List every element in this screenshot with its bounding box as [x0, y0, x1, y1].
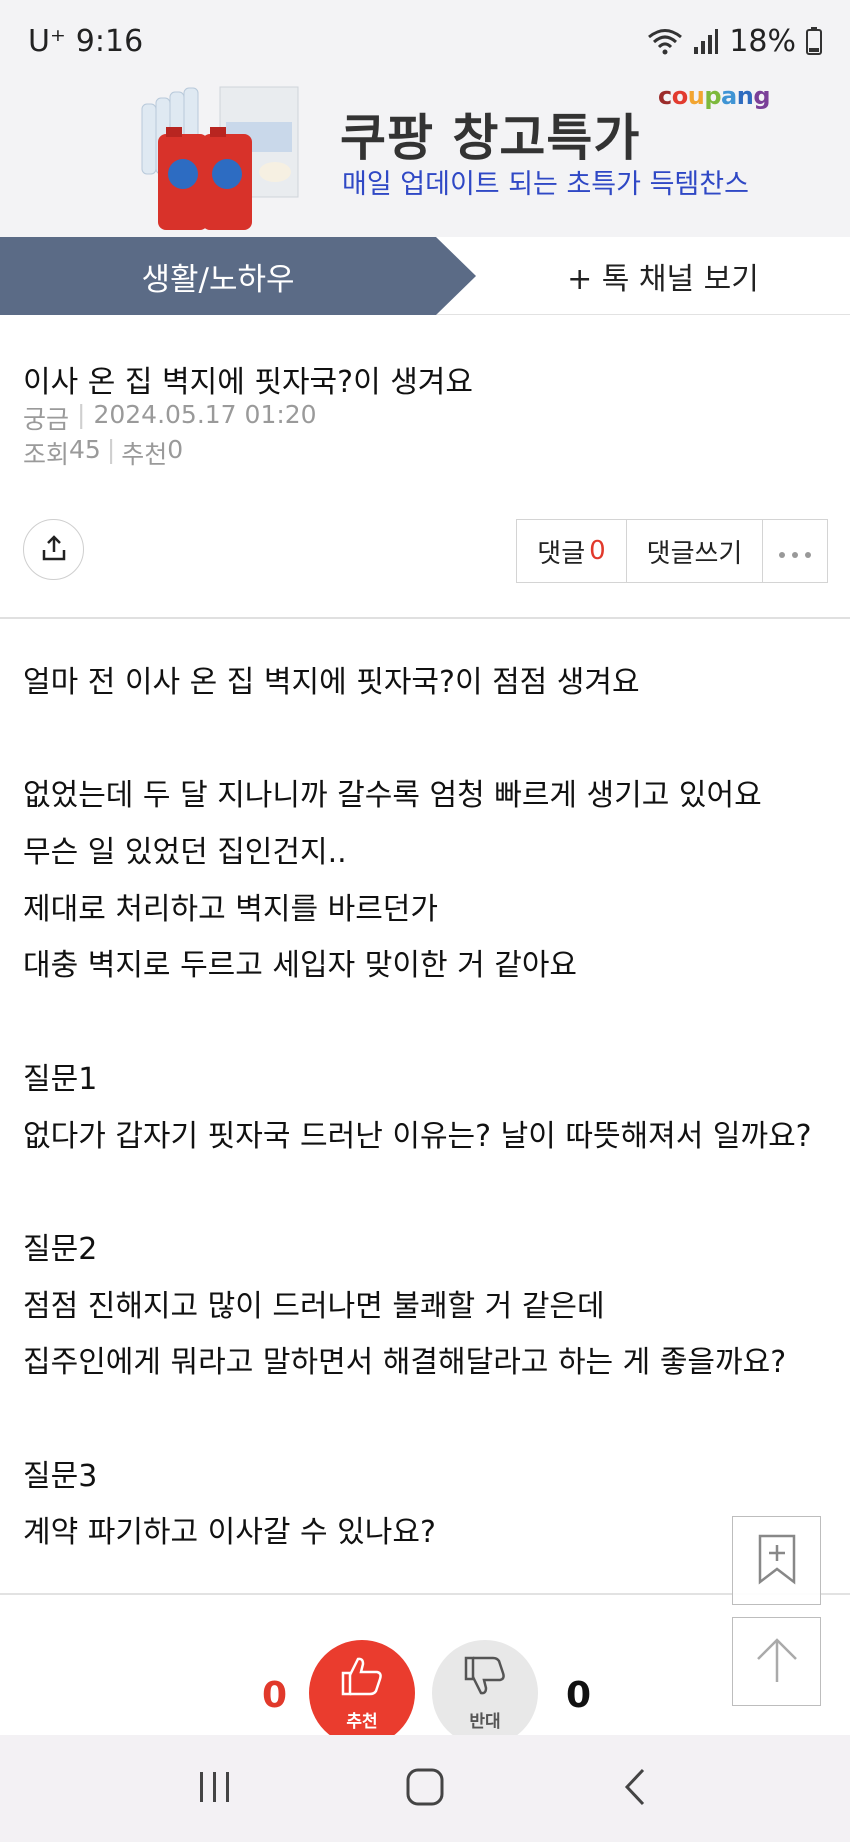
comments-label: 댓글 — [537, 538, 586, 569]
stats-divider: | — [106, 435, 116, 464]
share-icon — [40, 534, 68, 566]
recent-apps-icon — [197, 1770, 233, 1808]
status-bar: U⁺ 9:16 18% — [0, 0, 850, 82]
wifi-icon — [647, 26, 683, 56]
system-nav-bar — [0, 1735, 850, 1842]
clock: 9:16 — [75, 23, 144, 59]
body-line — [23, 995, 833, 1052]
more-button[interactable] — [763, 520, 827, 582]
logo-letter: o — [671, 82, 689, 110]
logo-letter: a — [721, 82, 737, 110]
body-line: 무슨 일 있었던 집인건지.. — [23, 835, 347, 871]
share-button[interactable] — [23, 519, 84, 580]
battery-icon — [806, 27, 822, 55]
battery-level: 18% — [729, 23, 796, 59]
coupang-logo: coupang — [658, 82, 770, 110]
vote-area: 0 추천 반대 0 — [0, 1595, 850, 1746]
header-divider — [0, 617, 850, 619]
logo-letter: g — [753, 82, 770, 110]
logo-letter: u — [687, 82, 705, 110]
more-icon — [778, 536, 812, 566]
downvote-count: 0 — [566, 1675, 592, 1716]
upvote-button[interactable]: 추천 — [309, 1640, 415, 1746]
back-icon — [623, 1767, 647, 1811]
write-comment-button[interactable]: 댓글쓰기 — [627, 520, 763, 582]
body-line: 없다가 갑자기 핏자국 드러난 이유는? 날이 따뜻해져서 일까요? — [23, 1118, 812, 1154]
tab-category-label: 생활/노하우 — [141, 261, 295, 298]
post-datetime: 2024.05.17 01:20 — [93, 400, 317, 429]
post-body: 얼마 전 이사 온 집 벽지에 핏자국?이 점점 생겨요 없었는데 두 달 지나… — [23, 655, 833, 1562]
body-line: 질문3 — [23, 1458, 98, 1494]
status-right: 18% — [647, 24, 822, 59]
meta-divider: | — [77, 400, 86, 429]
post-actions: 댓글 0 댓글쓰기 — [516, 519, 828, 583]
downvote-button[interactable]: 반대 — [432, 1640, 538, 1746]
back-button[interactable] — [605, 1759, 665, 1819]
post-category: 궁금 — [23, 405, 70, 434]
ad-product-image — [140, 82, 310, 232]
body-line: 없었는데 두 달 지나니까 갈수록 엄청 빠르게 생기고 있어요 — [23, 778, 762, 814]
upvote-count: 0 — [262, 1675, 288, 1716]
body-line: 얼마 전 이사 온 집 벽지에 핏자국?이 점점 생겨요 — [23, 665, 640, 700]
views-count: 45 — [69, 435, 101, 464]
thumbs-down-icon — [462, 1655, 508, 1701]
post-stats: 조회 45 | 추천 0 — [23, 435, 183, 471]
post-title: 이사 온 집 벽지에 핏자국?이 생겨요 — [23, 365, 474, 400]
ad-title: 쿠팡 창고특가 — [340, 109, 641, 167]
body-line: 대충 벽지로 두르고 세입자 맞이한 거 같아요 — [23, 948, 578, 984]
body-line: 계약 파기하고 이사갈 수 있나요? — [23, 1515, 436, 1551]
recommend-label: 추천 — [121, 440, 168, 469]
body-line: 집주인에게 뭐라고 말하면서 해결해달라고 하는 게 좋을까요? — [23, 1345, 787, 1381]
upvote-label: 추천 — [346, 1711, 378, 1732]
recommend-count: 0 — [167, 435, 184, 464]
recent-apps-button[interactable] — [185, 1759, 245, 1819]
tab-category[interactable]: 생활/노하우 — [0, 237, 476, 315]
carrier-label: U⁺ — [28, 23, 66, 59]
body-line — [23, 1165, 833, 1222]
ad-subtitle: 매일 업데이트 되는 초특가 득템찬스 — [342, 169, 749, 200]
comments-button[interactable]: 댓글 0 — [517, 520, 627, 582]
status-left: U⁺ 9:16 — [28, 24, 143, 59]
talk-channel-button[interactable]: + 톡 채널 보기 — [476, 237, 850, 315]
thumbs-up-icon — [339, 1655, 385, 1701]
logo-letter: n — [736, 82, 754, 110]
logo-letter: p — [704, 82, 722, 110]
bookmark-button[interactable] — [732, 1516, 821, 1605]
logo-letter: c — [658, 82, 672, 110]
body-line — [23, 712, 833, 769]
views-label: 조회 — [23, 440, 70, 469]
body-line: 질문2 — [23, 1231, 98, 1267]
home-icon — [405, 1767, 445, 1811]
tab-bar: 생활/노하우 + 톡 채널 보기 — [0, 237, 850, 315]
ad-banner[interactable]: 쿠팡 창고특가 매일 업데이트 되는 초특가 득템찬스 coupang — [0, 82, 850, 237]
post-meta: 궁금 | 2024.05.17 01:20 — [23, 400, 317, 436]
bookmark-add-icon — [757, 1533, 797, 1589]
body-line: 점점 진해지고 많이 드러나면 불쾌할 거 같은데 — [23, 1288, 605, 1324]
comments-count: 0 — [589, 536, 606, 566]
downvote-label: 반대 — [469, 1711, 501, 1732]
signal-icon — [693, 27, 719, 55]
body-line: 제대로 처리하고 벽지를 바르던가 — [23, 891, 439, 927]
body-line — [23, 1392, 833, 1449]
home-button[interactable] — [395, 1759, 455, 1819]
body-line: 질문1 — [23, 1061, 98, 1097]
